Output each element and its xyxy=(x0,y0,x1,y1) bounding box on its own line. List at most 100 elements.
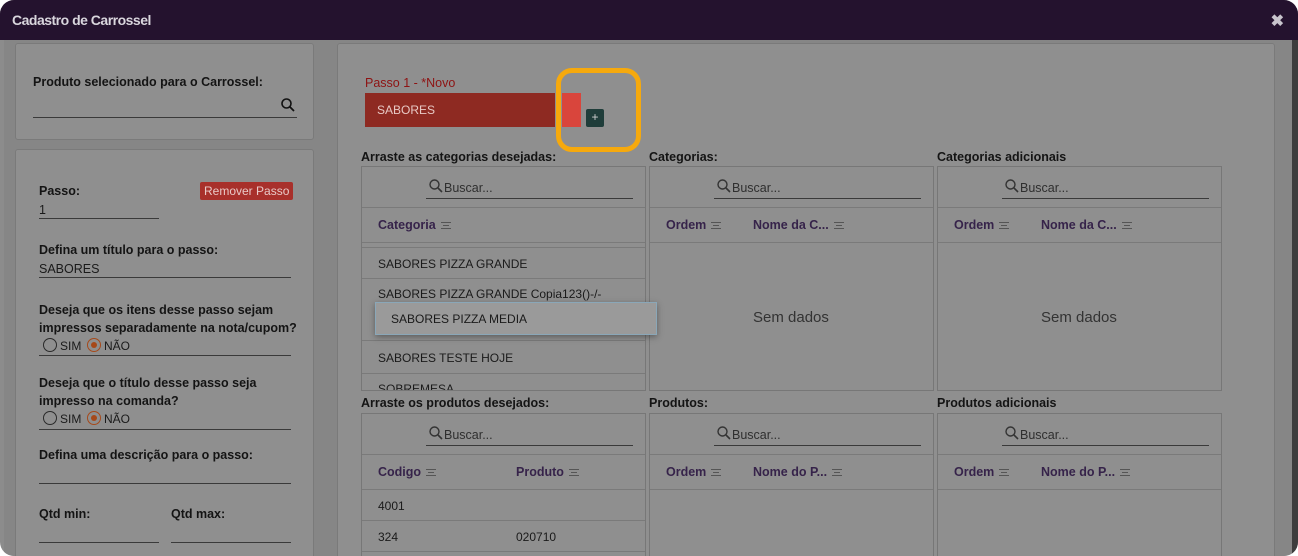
produtos-search[interactable]: Buscar... xyxy=(714,424,921,446)
carousel-dialog: Cadastro de Carrossel ✖ Produto selecion… xyxy=(0,0,1298,556)
codigo-header[interactable]: Codigo xyxy=(378,465,437,479)
nome-header-text: Nome da C... xyxy=(1041,218,1117,232)
close-icon[interactable]: ✖ xyxy=(1271,11,1284,31)
categorias-grid: Buscar... Ordem Nome da C... Sem dados xyxy=(649,166,934,391)
product-input-underline xyxy=(33,117,297,118)
products-source-search[interactable]: Buscar... xyxy=(426,424,633,446)
qtd-min-label: Qtd min: xyxy=(39,507,91,521)
categoria-header[interactable]: Categoria xyxy=(378,218,451,232)
produtos-adicionais-label: Produtos adicionais xyxy=(937,396,1057,410)
filter-icon[interactable] xyxy=(1121,222,1132,230)
produtos-adicionais-grid: Buscar... Ordem Nome do P... xyxy=(937,413,1222,556)
qtd-max-input[interactable] xyxy=(171,542,291,543)
products-source-grid: Buscar... Codigo Produto 4001 324 020710 xyxy=(361,413,646,556)
filter-icon[interactable] xyxy=(568,469,579,477)
list-item[interactable]: SOBREMESA xyxy=(378,382,454,390)
search-icon xyxy=(717,179,731,193)
row-divider xyxy=(362,278,645,279)
no-data-text: Sem dados xyxy=(1041,309,1117,326)
produtos-adicionais-search[interactable]: Buscar... xyxy=(1002,424,1209,446)
search-placeholder: Buscar... xyxy=(732,181,781,195)
product-label: Produto selecionado para o Carrossel: xyxy=(33,75,263,89)
search-placeholder: Buscar... xyxy=(444,181,493,195)
main-panel: Passo 1 - *Novo SABORES + Arraste as cat… xyxy=(337,43,1275,556)
search-icon xyxy=(1005,179,1019,193)
categorias-search[interactable]: Buscar... xyxy=(714,177,921,199)
nome-header[interactable]: Nome do P... xyxy=(1041,465,1131,479)
comanda-sim-radio[interactable] xyxy=(43,411,57,425)
filter-icon[interactable] xyxy=(999,469,1010,477)
produto-header-text: Produto xyxy=(516,465,564,479)
produto-header[interactable]: Produto xyxy=(516,465,579,479)
search-placeholder: Buscar... xyxy=(1020,181,1069,195)
ordem-header[interactable]: Ordem xyxy=(954,465,1010,479)
search-icon xyxy=(1005,426,1019,440)
search-icon[interactable] xyxy=(280,97,296,113)
list-item[interactable]: SABORES PIZZA GRANDE xyxy=(378,257,527,271)
grid-divider xyxy=(650,489,933,490)
search-placeholder: Buscar... xyxy=(732,428,781,442)
qtd-min-input[interactable] xyxy=(39,542,159,543)
dragging-category-item[interactable]: SABORES PIZZA MEDIA xyxy=(375,302,657,335)
filter-icon[interactable] xyxy=(426,469,437,477)
grid-divider xyxy=(362,247,645,248)
categorias-adicionais-search[interactable]: Buscar... xyxy=(1002,177,1209,199)
step-form-panel: Passo: Remover Passo 1 Defina um título … xyxy=(15,149,314,556)
nome-header[interactable]: Nome da C... xyxy=(1041,218,1132,232)
product-produto-cell[interactable]: 020710 xyxy=(516,530,556,544)
comanda-sim-label: SIM xyxy=(60,412,82,426)
qtd-max-label: Qtd max: xyxy=(171,507,226,521)
product-input[interactable] xyxy=(33,98,295,116)
product-codigo-cell[interactable]: 324 xyxy=(378,530,398,544)
produtos-label: Produtos: xyxy=(649,396,709,410)
list-item[interactable]: SABORES TESTE HOJE xyxy=(378,351,513,365)
titulo-input[interactable]: SABORES xyxy=(39,262,99,276)
comanda-underline xyxy=(39,429,291,430)
passo-input[interactable]: 1 xyxy=(39,203,46,217)
filter-icon[interactable] xyxy=(711,222,722,230)
ordem-header-text: Ordem xyxy=(666,465,707,479)
grid-divider xyxy=(938,242,1221,243)
ordem-header[interactable]: Ordem xyxy=(666,465,722,479)
remove-step-button[interactable]: Remover Passo xyxy=(200,182,294,200)
dialog-title: Cadastro de Carrossel xyxy=(12,12,151,28)
nome-header[interactable]: Nome do P... xyxy=(753,465,843,479)
dragging-category-label: SABORES PIZZA MEDIA xyxy=(391,312,528,326)
search-icon xyxy=(429,179,443,193)
filter-icon[interactable] xyxy=(440,222,451,230)
grid-divider xyxy=(650,242,933,243)
grid-divider xyxy=(362,454,645,455)
row-divider xyxy=(362,551,645,552)
list-item[interactable]: SABORES PIZZA GRANDE Copia123()-/- xyxy=(378,287,601,301)
filter-icon[interactable] xyxy=(833,222,844,230)
vertical-scrollbar[interactable] xyxy=(1292,40,1298,556)
ordem-header[interactable]: Ordem xyxy=(954,218,1010,232)
filter-icon[interactable] xyxy=(711,469,722,477)
product-codigo-cell[interactable]: 4001 xyxy=(378,499,405,513)
step-tab-sabores[interactable]: SABORES xyxy=(365,93,555,127)
grid-divider xyxy=(938,207,1221,208)
filter-icon[interactable] xyxy=(1120,469,1131,477)
descricao-label: Defina uma descrição para o passo: xyxy=(39,448,253,462)
ordem-header-text: Ordem xyxy=(954,465,995,479)
passo-label: Passo: xyxy=(39,184,80,198)
no-data-text: Sem dados xyxy=(753,309,829,326)
ordem-header-text: Ordem xyxy=(666,218,707,232)
dialog-content: Produto selecionado para o Carrossel: Pa… xyxy=(4,40,1294,556)
filter-icon[interactable] xyxy=(832,469,843,477)
filter-icon[interactable] xyxy=(999,222,1010,230)
ordem-header-text: Ordem xyxy=(954,218,995,232)
nome-header[interactable]: Nome da C... xyxy=(753,218,844,232)
search-placeholder: Buscar... xyxy=(1020,428,1069,442)
highlight-ring xyxy=(556,68,641,152)
grid-divider xyxy=(650,207,933,208)
comanda-nao-label: NÃO xyxy=(104,412,131,426)
row-divider xyxy=(362,520,645,521)
impressos-sim-radio[interactable] xyxy=(43,338,57,352)
categories-source-search[interactable]: Buscar... xyxy=(426,177,633,199)
impressos-nao-radio[interactable] xyxy=(87,338,101,352)
ordem-header[interactable]: Ordem xyxy=(666,218,722,232)
step-tab-title: Passo 1 - *Novo xyxy=(365,76,456,90)
comanda-nao-radio[interactable] xyxy=(87,411,101,425)
descricao-input[interactable] xyxy=(39,483,291,484)
